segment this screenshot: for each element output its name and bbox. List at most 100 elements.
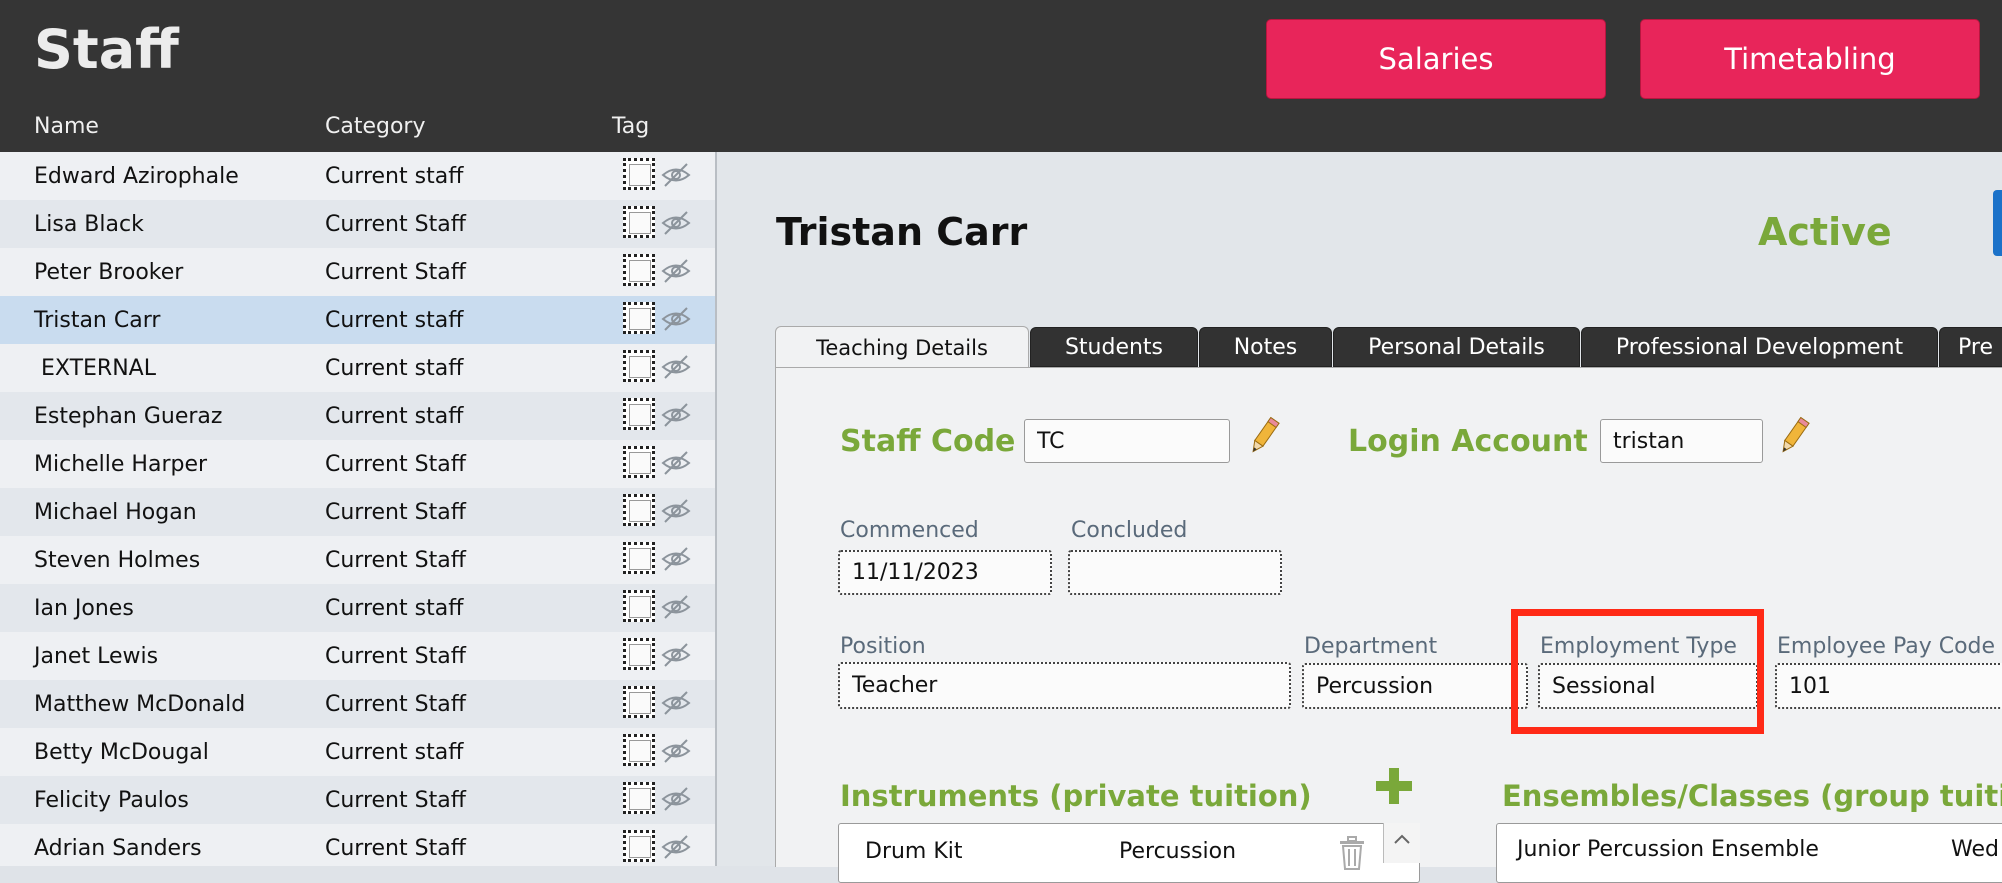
tag-checkbox[interactable]	[623, 782, 655, 814]
tag-checkbox[interactable]	[623, 494, 655, 526]
staff-row[interactable]: Tristan Carr Current staff	[0, 296, 715, 344]
hidden-eye-icon[interactable]	[660, 784, 692, 820]
staff-name: Michael Hogan	[34, 500, 197, 525]
tag-checkbox[interactable]	[623, 638, 655, 670]
hidden-eye-icon[interactable]	[660, 640, 692, 676]
instrument-department: Percussion	[1119, 839, 1237, 864]
hidden-eye-icon[interactable]	[660, 256, 692, 292]
pencil-icon[interactable]	[1246, 415, 1282, 457]
login-account-field[interactable]	[1600, 419, 1763, 463]
ensemble-day: Wed	[1951, 837, 1999, 862]
staff-category: Current staff	[325, 308, 464, 333]
timetabling-button[interactable]: Timetabling	[1640, 19, 1980, 99]
salaries-button[interactable]: Salaries	[1266, 19, 1606, 99]
trash-icon[interactable]	[1337, 836, 1367, 870]
hidden-eye-icon[interactable]	[660, 304, 692, 340]
staff-name: Ian Jones	[34, 596, 134, 621]
staff-row[interactable]: Betty McDougal Current staff	[0, 728, 715, 776]
department-field[interactable]	[1302, 663, 1528, 709]
tag-checkbox[interactable]	[623, 734, 655, 766]
status-badge: Active	[1758, 210, 1892, 254]
position-field[interactable]	[838, 662, 1291, 709]
staff-row[interactable]: Edward Azirophale Current staff	[0, 152, 715, 200]
staff-name: Matthew McDonald	[34, 692, 246, 717]
instruments-list: Drum Kit Percussion	[838, 823, 1420, 883]
list-item[interactable]: Junior Percussion Ensemble Wed	[1497, 824, 2002, 882]
staff-name: Peter Brooker	[34, 260, 184, 285]
staff-category: Current staff	[325, 404, 464, 429]
tab-personal-details[interactable]: Personal Details	[1333, 327, 1580, 367]
column-header-category[interactable]: Category	[325, 114, 426, 139]
staff-row[interactable]: Michael Hogan Current Staff	[0, 488, 715, 536]
hidden-eye-icon[interactable]	[660, 208, 692, 244]
staff-category: Current Staff	[325, 644, 466, 669]
staff-row[interactable]: Matthew McDonald Current Staff	[0, 680, 715, 728]
staff-row[interactable]: Michelle Harper Current Staff	[0, 440, 715, 488]
instrument-name: Drum Kit	[865, 839, 963, 864]
staff-name: Steven Holmes	[34, 548, 201, 573]
tab-teaching-details[interactable]: Teaching Details	[775, 326, 1029, 368]
tag-checkbox[interactable]	[623, 686, 655, 718]
commenced-label: Commenced	[840, 518, 979, 543]
list-item[interactable]: Drum Kit Percussion	[839, 824, 1384, 882]
tag-checkbox[interactable]	[623, 254, 655, 286]
hidden-eye-icon[interactable]	[660, 832, 692, 866]
concluded-field[interactable]	[1068, 550, 1282, 595]
staff-row[interactable]: Steven Holmes Current Staff	[0, 536, 715, 584]
staff-row[interactable]: EXTERNAL Current staff	[0, 344, 715, 392]
staff-name: Michelle Harper	[34, 452, 208, 477]
hidden-eye-icon[interactable]	[660, 736, 692, 772]
staff-row[interactable]: Adrian Sanders Current Staff	[0, 824, 715, 866]
staff-row[interactable]: Janet Lewis Current Staff	[0, 632, 715, 680]
tag-checkbox[interactable]	[623, 302, 655, 334]
tag-checkbox[interactable]	[623, 446, 655, 478]
hidden-eye-icon[interactable]	[660, 544, 692, 580]
staff-name: Edward Azirophale	[34, 164, 239, 189]
staff-row[interactable]: Ian Jones Current staff	[0, 584, 715, 632]
staff-row[interactable]: Peter Brooker Current Staff	[0, 248, 715, 296]
staff-name-heading: Tristan Carr	[776, 210, 1028, 254]
login-account-label: Login Account	[1348, 424, 1588, 459]
concluded-label: Concluded	[1071, 518, 1188, 543]
staff-category: Current staff	[325, 164, 464, 189]
column-header-name[interactable]: Name	[34, 114, 99, 139]
hidden-eye-icon[interactable]	[660, 496, 692, 532]
hidden-eye-icon[interactable]	[660, 592, 692, 628]
staff-category: Current Staff	[325, 260, 466, 285]
tab-pre[interactable]: Pre	[1939, 327, 2002, 367]
pencil-icon[interactable]	[1776, 415, 1812, 457]
staff-name: Janet Lewis	[34, 644, 159, 669]
edge-action-button[interactable]	[1993, 190, 2002, 256]
staff-list: Edward Azirophale Current staff Lisa Black…	[0, 152, 715, 866]
tab-notes[interactable]: Notes	[1199, 327, 1332, 367]
plus-icon[interactable]	[1374, 766, 1414, 806]
tab-professional-development[interactable]: Professional Development	[1581, 327, 1938, 367]
pay-code-label: Employee Pay Code	[1777, 634, 1996, 659]
ensembles-heading: Ensembles/Classes (group tuiti	[1502, 779, 2002, 813]
staff-name: Adrian Sanders	[34, 836, 202, 861]
hidden-eye-icon[interactable]	[660, 448, 692, 484]
tag-checkbox[interactable]	[623, 830, 655, 862]
tag-checkbox[interactable]	[623, 350, 655, 382]
hidden-eye-icon[interactable]	[660, 160, 692, 196]
hidden-eye-icon[interactable]	[660, 400, 692, 436]
position-label: Position	[840, 634, 926, 659]
column-header-tag[interactable]: Tag	[612, 114, 649, 139]
scroll-up-button[interactable]	[1383, 823, 1420, 863]
tag-checkbox[interactable]	[623, 542, 655, 574]
tab-students[interactable]: Students	[1030, 327, 1198, 367]
hidden-eye-icon[interactable]	[660, 688, 692, 724]
staff-row[interactable]: Felicity Paulos Current Staff	[0, 776, 715, 824]
commenced-field[interactable]	[838, 550, 1052, 595]
tag-checkbox[interactable]	[623, 590, 655, 622]
hidden-eye-icon[interactable]	[660, 352, 692, 388]
staff-name: Betty McDougal	[34, 740, 209, 765]
tag-checkbox[interactable]	[623, 398, 655, 430]
staff-row[interactable]: Lisa Black Current Staff	[0, 200, 715, 248]
pay-code-field[interactable]	[1775, 663, 2002, 709]
tag-checkbox[interactable]	[623, 206, 655, 238]
tag-checkbox[interactable]	[623, 158, 655, 190]
staff-name: Estephan Gueraz	[34, 404, 223, 429]
staff-row[interactable]: Estephan Gueraz Current staff	[0, 392, 715, 440]
staff-code-field[interactable]	[1024, 419, 1230, 463]
